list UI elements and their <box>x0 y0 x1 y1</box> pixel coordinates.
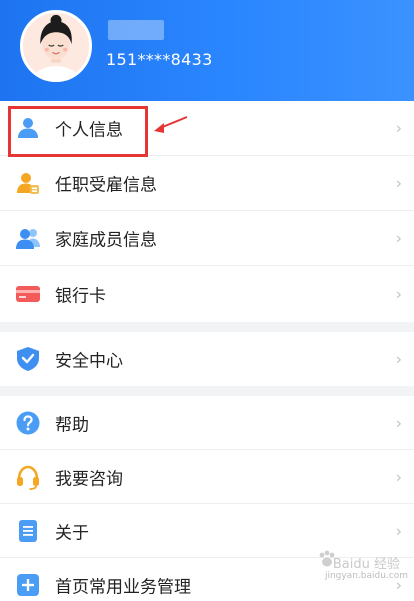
chevron-right-icon: › <box>395 413 402 432</box>
menu-item-personal-info[interactable]: 个人信息 › <box>0 101 414 156</box>
family-icon <box>15 225 41 251</box>
chevron-right-icon: › <box>395 349 402 369</box>
user-name-mask <box>108 20 164 40</box>
menu-item-bank-card[interactable]: 银行卡 › <box>0 266 414 321</box>
avatar[interactable] <box>20 10 92 82</box>
help-icon <box>15 410 41 436</box>
bank-card-icon <box>15 281 41 307</box>
user-phone: 151****8433 <box>106 50 213 69</box>
menu-label: 银行卡 <box>55 286 106 306</box>
shield-icon <box>15 346 41 372</box>
chevron-right-icon: › <box>395 173 402 193</box>
chevron-right-icon: › <box>395 467 402 486</box>
headset-icon <box>15 464 41 490</box>
plus-icon <box>15 572 41 598</box>
profile-header: 151****8433 <box>0 0 414 101</box>
avatar-illustration <box>23 13 89 79</box>
watermark: Baidu 经验 jingyan.baidu.com <box>288 549 408 583</box>
document-icon <box>15 518 41 544</box>
red-arrow-icon <box>154 116 188 133</box>
menu-label: 个人信息 <box>55 120 123 141</box>
chevron-right-icon: › <box>395 118 402 138</box>
menu-item-consult[interactable]: 我要咨询 › <box>0 450 414 504</box>
watermark-main: Baidu 经验 <box>332 557 400 572</box>
menu-item-help[interactable]: 帮助 › <box>0 396 414 450</box>
employee-icon <box>15 170 41 196</box>
menu-label: 安全中心 <box>55 351 123 372</box>
menu-label: 关于 <box>55 523 89 543</box>
menu-label: 我要咨询 <box>55 469 123 489</box>
menu-label: 首页常用业务管理 <box>55 577 191 598</box>
menu-label: 帮助 <box>55 415 89 435</box>
chevron-right-icon: › <box>395 521 402 540</box>
chevron-right-icon: › <box>395 228 402 248</box>
menu-group-security: 安全中心 › <box>0 332 414 386</box>
chevron-right-icon: › <box>395 284 402 303</box>
person-icon <box>15 115 41 141</box>
watermark-sub: jingyan.baidu.com <box>324 571 408 581</box>
menu-label: 任职受雇信息 <box>55 175 157 196</box>
menu-group-personal: 个人信息 › 任职受雇信息 › 家庭成员信息 › 银行卡 › <box>0 101 414 322</box>
menu-item-employment-info[interactable]: 任职受雇信息 › <box>0 156 414 211</box>
menu-label: 家庭成员信息 <box>55 230 157 251</box>
menu-item-family-info[interactable]: 家庭成员信息 › <box>0 211 414 266</box>
menu-item-security-center[interactable]: 安全中心 › <box>0 332 414 386</box>
